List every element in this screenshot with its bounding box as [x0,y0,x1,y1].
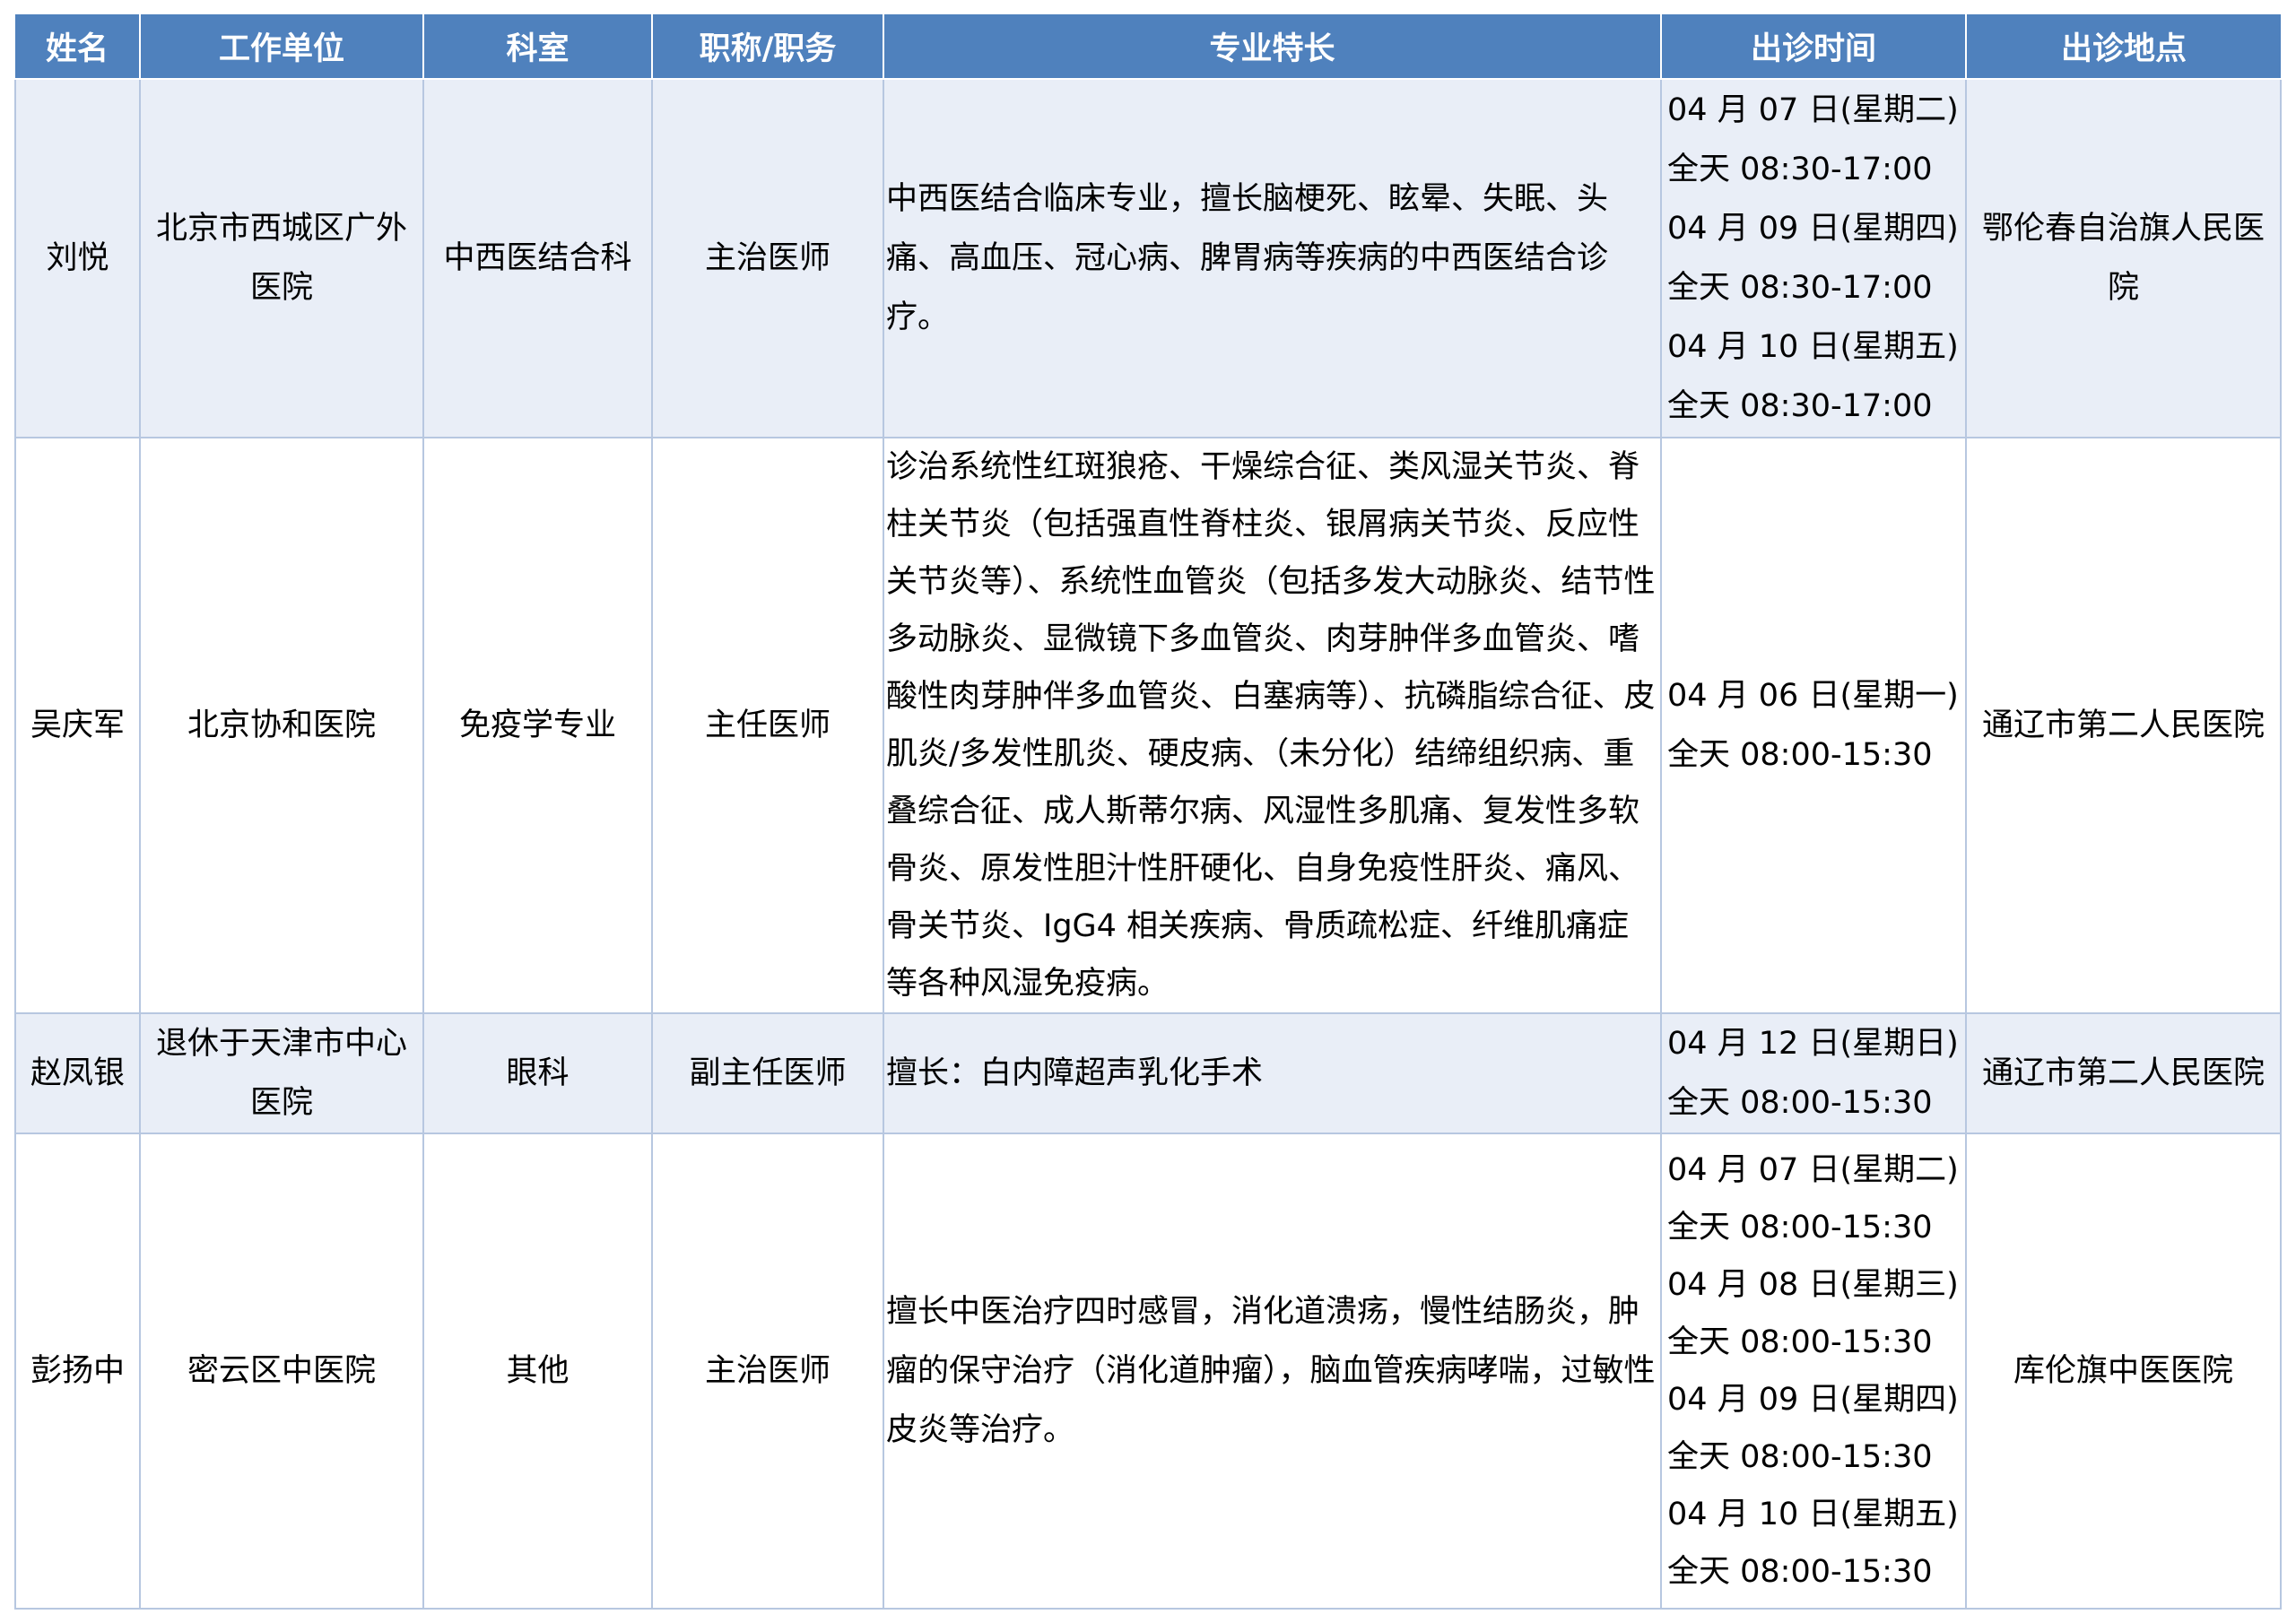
cell-department: 其他 [422,1133,653,1610]
cell-schedule: 04 月 07 日(星期二) 全天 08:30-17:00 04 月 09 日(… [1660,78,1967,438]
schedule-line: 全天 08:00-15:30 [1667,1554,1933,1590]
cell-name: 彭扬中 [14,1133,141,1610]
header-location: 出诊地点 [1965,14,2281,80]
table-row: 赵凤银 退休于天津市中心医院 眼科 副主任医师 擅长：白内障超声乳化手术 04 … [14,1012,2282,1134]
schedule-line: 04 月 10 日(星期五) [1667,329,1959,365]
schedule-line: 全天 08:00-15:30 [1667,737,1933,773]
table-row: 刘悦 北京市西城区广外医院 中西医结合科 主治医师 中西医结合临床专业，擅长脑梗… [14,78,2282,438]
cell-specialty: 擅长：白内障超声乳化手术 [883,1012,1662,1134]
schedule-line: 全天 08:00-15:30 [1667,1324,1933,1360]
schedule-line: 04 月 07 日(星期二) [1667,1152,1959,1188]
header-schedule: 出诊时间 [1660,14,1967,80]
schedule-line: 全天 08:00-15:30 [1667,1210,1933,1245]
schedule-line: 04 月 10 日(星期五) [1667,1497,1959,1532]
cell-name: 赵凤银 [14,1012,141,1134]
cell-location: 通辽市第二人民医院 [1965,1012,2282,1134]
schedule-line: 04 月 06 日(星期一) [1667,678,1959,714]
cell-title: 主治医师 [651,78,884,438]
cell-schedule: 04 月 06 日(星期一) 全天 08:00-15:30 [1660,437,1967,1014]
doctor-schedule-table: 姓名 工作单位 科室 职称/职务 专业特长 出诊时间 出诊地点 刘悦 北京市西城… [14,14,2282,1610]
cell-department: 眼科 [422,1012,653,1134]
table-row: 彭扬中 密云区中医院 其他 主治医师 擅长中医治疗四时感冒，消化道溃疡，慢性结肠… [14,1133,2282,1610]
header-title: 职称/职务 [651,14,884,80]
schedule-line: 全天 08:30-17:00 [1667,388,1933,424]
cell-department: 免疫学专业 [422,437,653,1014]
header-row: 姓名 工作单位 科室 职称/职务 专业特长 出诊时间 出诊地点 [15,14,2281,80]
schedule-line: 全天 08:30-17:00 [1667,152,1933,187]
cell-name: 刘悦 [14,78,141,438]
cell-title: 副主任医师 [651,1012,884,1134]
header-specialty: 专业特长 [883,14,1662,80]
cell-workplace: 北京协和医院 [139,437,424,1014]
cell-specialty: 擅长中医治疗四时感冒，消化道溃疡，慢性结肠炎，肿瘤的保守治疗（消化道肿瘤），脑血… [883,1133,1662,1610]
cell-schedule: 04 月 12 日(星期日) 全天 08:00-15:30 [1660,1012,1967,1134]
cell-location: 库伦旗中医医院 [1965,1133,2282,1610]
schedule-line: 04 月 08 日(星期三) [1667,1267,1959,1303]
cell-workplace: 退休于天津市中心医院 [139,1012,424,1134]
schedule-line: 04 月 09 日(星期四) [1667,211,1959,247]
cell-title: 主治医师 [651,1133,884,1610]
schedule-line: 04 月 07 日(星期二) [1667,92,1959,128]
cell-location: 鄂伦春自治旗人民医院 [1965,78,2282,438]
cell-schedule: 04 月 07 日(星期二) 全天 08:00-15:30 04 月 08 日(… [1660,1133,1967,1610]
cell-specialty: 中西医结合临床专业，擅长脑梗死、眩晕、失眠、头痛、高血压、冠心病、脾胃病等疾病的… [883,78,1662,438]
cell-title: 主任医师 [651,437,884,1014]
doctor-schedule-sheet: 姓名 工作单位 科室 职称/职务 专业特长 出诊时间 出诊地点 刘悦 北京市西城… [14,14,2282,1610]
header-name: 姓名 [15,14,141,80]
cell-department: 中西医结合科 [422,78,653,438]
cell-workplace: 密云区中医院 [139,1133,424,1610]
schedule-line: 04 月 12 日(星期日) [1667,1026,1959,1062]
schedule-line: 全天 08:00-15:30 [1667,1085,1933,1121]
schedule-line: 全天 08:30-17:00 [1667,270,1933,306]
cell-specialty: 诊治系统性红斑狼疮、干燥综合征、类风湿关节炎、脊柱关节炎（包括强直性脊柱炎、银屑… [883,437,1662,1014]
table-row: 吴庆军 北京协和医院 免疫学专业 主任医师 诊治系统性红斑狼疮、干燥综合征、类风… [14,437,2282,1014]
cell-location: 通辽市第二人民医院 [1965,437,2282,1014]
header-workplace: 工作单位 [139,14,424,80]
header-department: 科室 [422,14,653,80]
cell-name: 吴庆军 [14,437,141,1014]
schedule-line: 全天 08:00-15:30 [1667,1439,1933,1475]
cell-workplace: 北京市西城区广外医院 [139,78,424,438]
schedule-line: 04 月 09 日(星期四) [1667,1382,1959,1418]
